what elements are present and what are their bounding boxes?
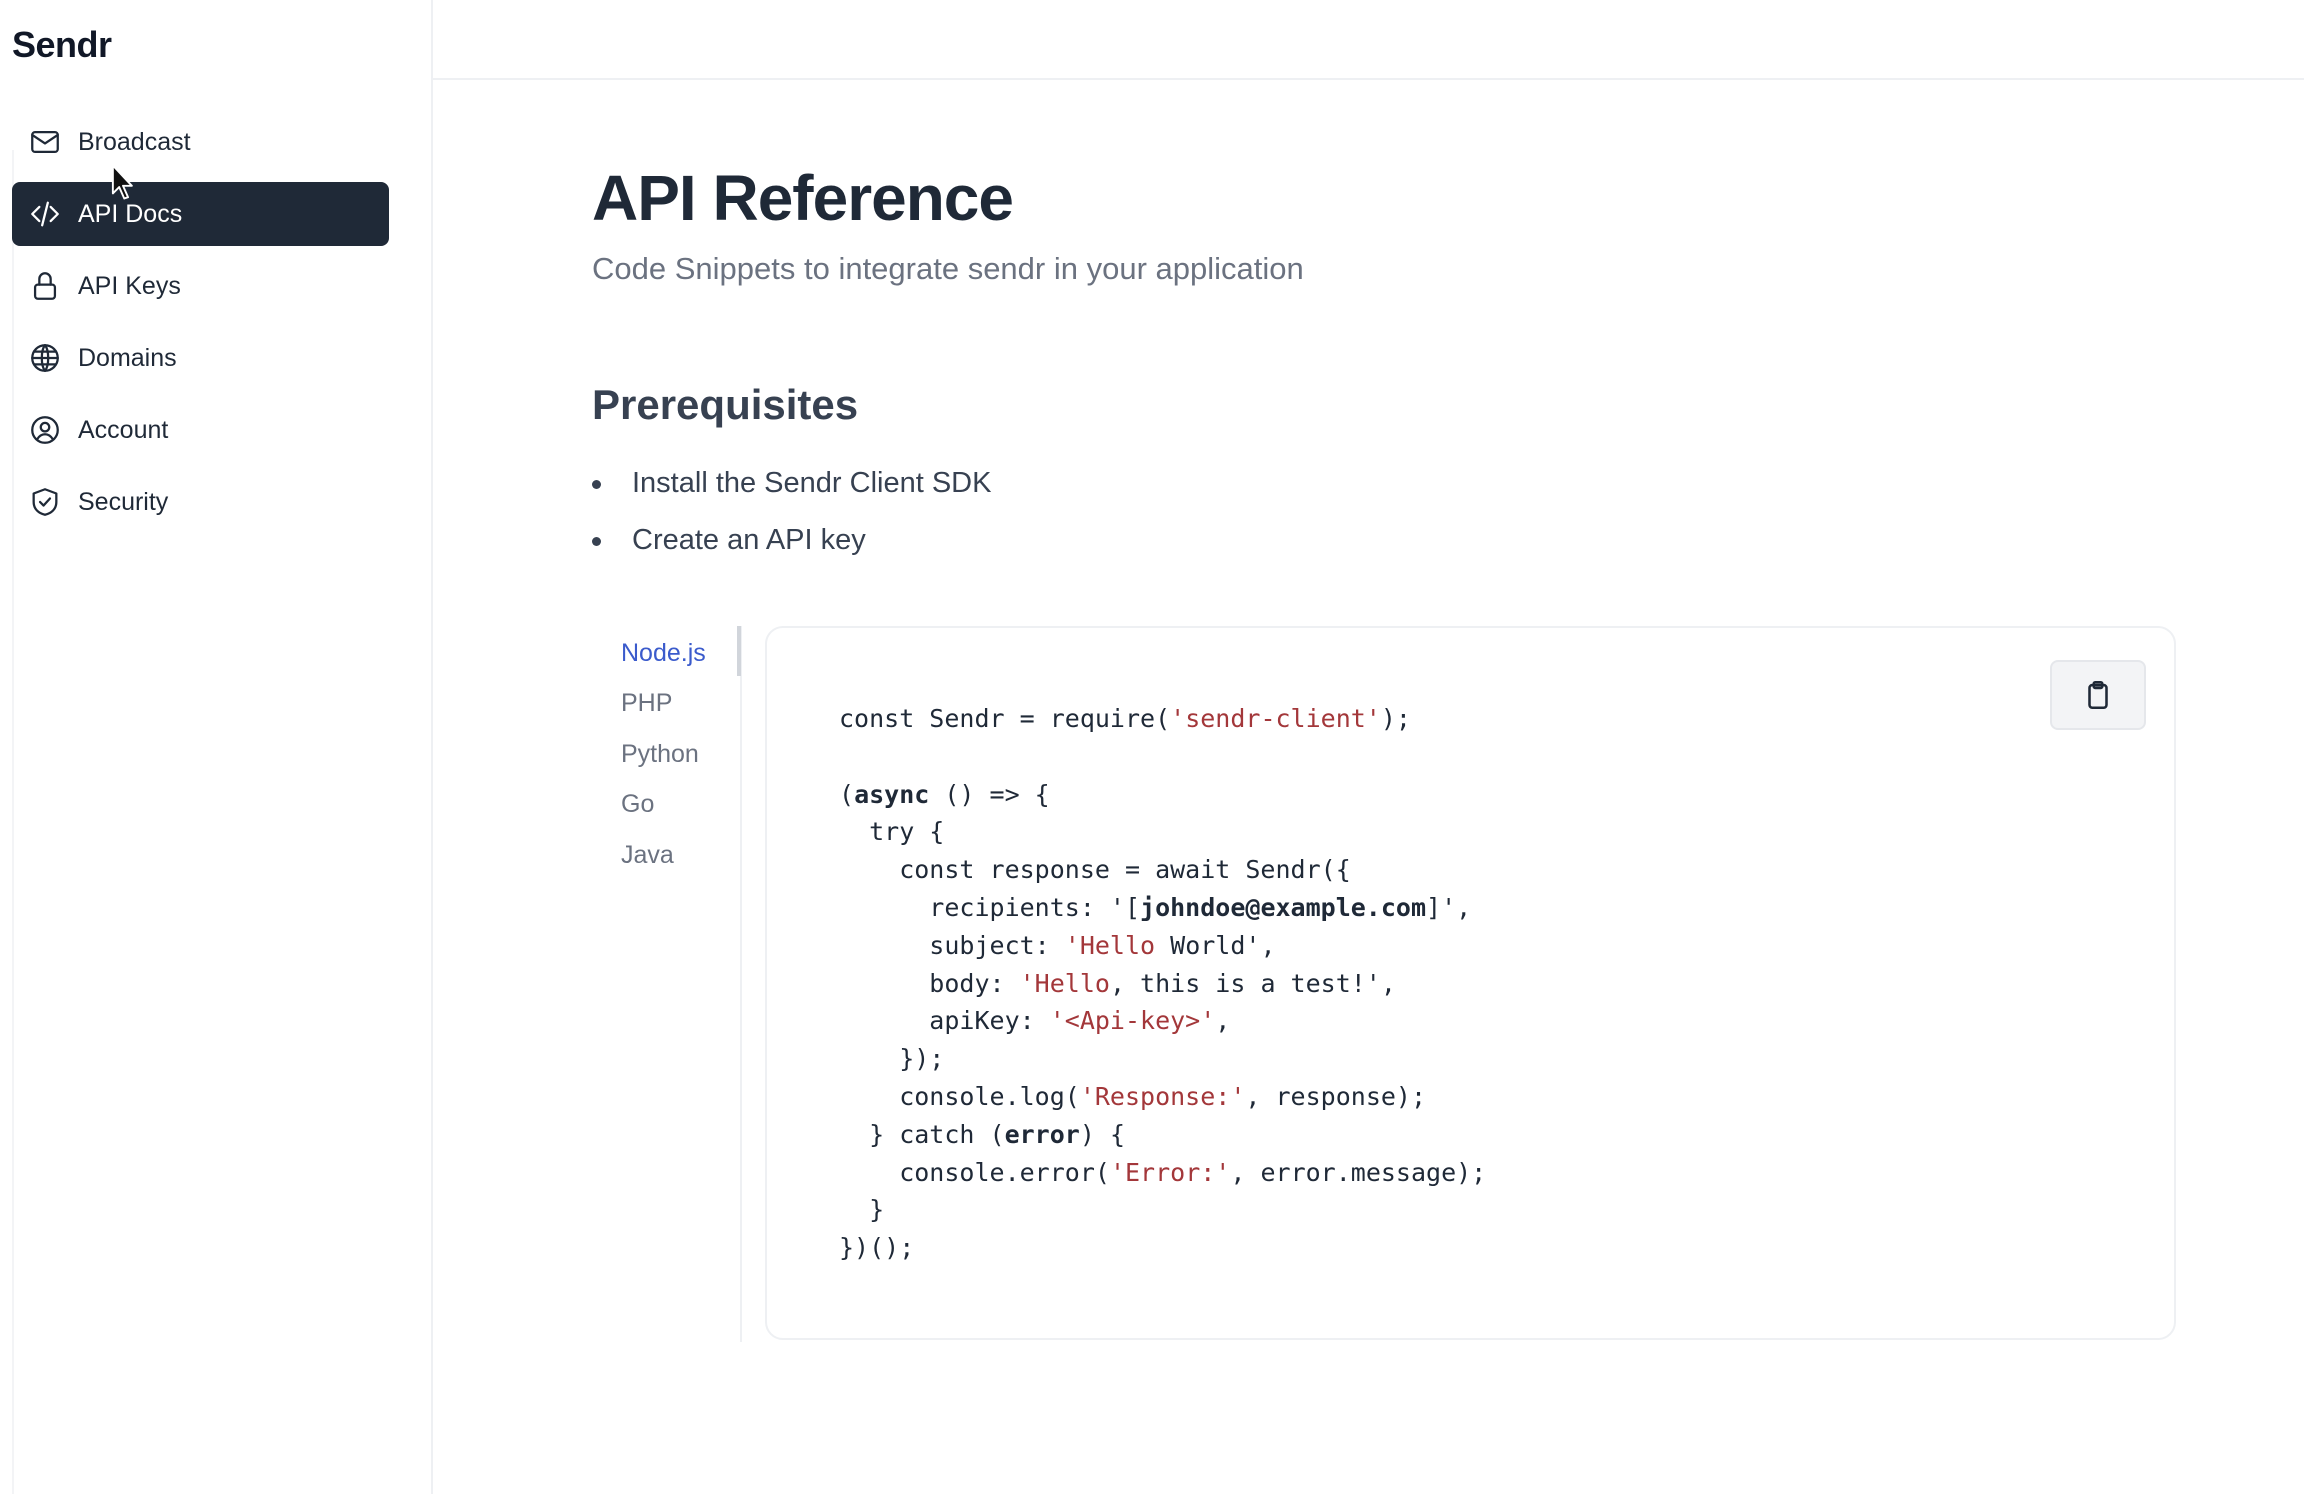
code-snippet[interactable]: const Sendr = require('sendr-client'); (… [839,700,1486,1267]
sidebar-item-label: API Docs [78,199,183,228]
sidebar-item-broadcast[interactable]: Broadcast [12,110,389,174]
tab-nodejs[interactable]: Node.js [621,639,706,668]
sidebar-item-label: Account [78,415,169,444]
tab-python[interactable]: Python [621,740,699,769]
brand-logo[interactable]: Sendr [12,24,112,66]
sidebar-item-api-keys[interactable]: API Keys [12,254,389,318]
page-title: API Reference [592,162,1014,234]
sidebar-item-security[interactable]: Security [12,470,389,534]
top-bar [433,0,2304,80]
sidebar-item-label: Security [78,487,169,516]
list-item: Install the Sendr Client SDK [592,463,2192,520]
code-snippet-section: Node.js PHP Python Go Java const Sendr =… [592,626,2176,1342]
sidebar-item-label: Broadcast [78,127,191,156]
tab-go[interactable]: Go [621,790,654,819]
app-root: Sendr Broadcast API Docs API Keys Domain… [0,0,2304,1494]
prerequisites-list: Install the Sendr Client SDK Create an A… [592,463,2192,577]
sidebar-item-label: Domains [78,343,177,372]
sidebar-item-api-docs[interactable]: API Docs [12,182,389,246]
shield-check-icon [28,485,62,519]
sidebar: Sendr Broadcast API Docs API Keys Domain… [0,0,433,1494]
page-subtitle: Code Snippets to integrate sendr in your… [592,250,1304,286]
copy-code-button[interactable] [2050,660,2146,730]
sidebar-item-account[interactable]: Account [12,398,389,462]
mouse-cursor-icon [111,164,133,200]
list-item: Create an API key [592,520,2192,577]
sidebar-item-domains[interactable]: Domains [12,326,389,390]
code-icon [28,197,62,231]
sidebar-item-label: API Keys [78,271,181,300]
mail-icon [28,125,62,159]
language-tabs: Node.js PHP Python Go Java [592,626,742,1342]
user-circle-icon [28,413,62,447]
lock-icon [28,269,62,303]
active-tab-indicator [737,626,741,676]
clipboard-icon [2088,680,2108,710]
main-content: API Reference Code Snippets to integrate… [592,160,2192,577]
tab-java[interactable]: Java [621,841,674,870]
sidebar-nav: Broadcast API Docs API Keys Domains Acco… [12,110,389,542]
prerequisites-heading: Prerequisites [592,380,859,428]
globe-icon [28,341,62,375]
code-block: const Sendr = require('sendr-client'); (… [765,626,2176,1340]
tab-php[interactable]: PHP [621,689,672,718]
